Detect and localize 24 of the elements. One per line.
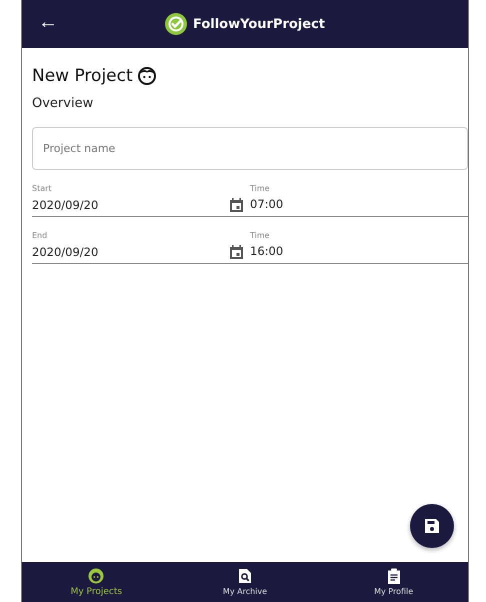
time-value[interactable]: 07:00	[250, 197, 468, 211]
date-label: Start	[32, 184, 53, 193]
time-value[interactable]: 16:00	[250, 244, 468, 258]
app-title: FollowYourProject	[192, 16, 326, 32]
clipboard-icon	[386, 568, 401, 584]
calendar-icon[interactable]	[229, 244, 244, 260]
date-value[interactable]: 2020/09/20	[32, 245, 98, 259]
save-button[interactable]	[410, 504, 454, 548]
face-icon	[136, 66, 157, 86]
date-value[interactable]: 2020/09/20	[32, 198, 98, 212]
date-label: End	[32, 231, 48, 240]
back-button[interactable]: ←	[32, 9, 64, 36]
check-logo-icon	[164, 13, 187, 35]
calendar-icon[interactable]	[229, 197, 244, 213]
nav-tab[interactable]: My Profile	[344, 562, 444, 602]
face-icon	[88, 568, 104, 584]
section-heading: Overview	[32, 96, 94, 111]
project-name-field[interactable]: Project name	[32, 127, 468, 170]
time-label: Time	[250, 231, 271, 240]
nav-tab[interactable]: My Archive	[194, 562, 295, 602]
page-title: New Project	[32, 66, 133, 86]
document-search-icon	[238, 568, 252, 584]
nav-tab[interactable]: My Projects	[46, 562, 146, 602]
time-label: Time	[250, 184, 271, 193]
